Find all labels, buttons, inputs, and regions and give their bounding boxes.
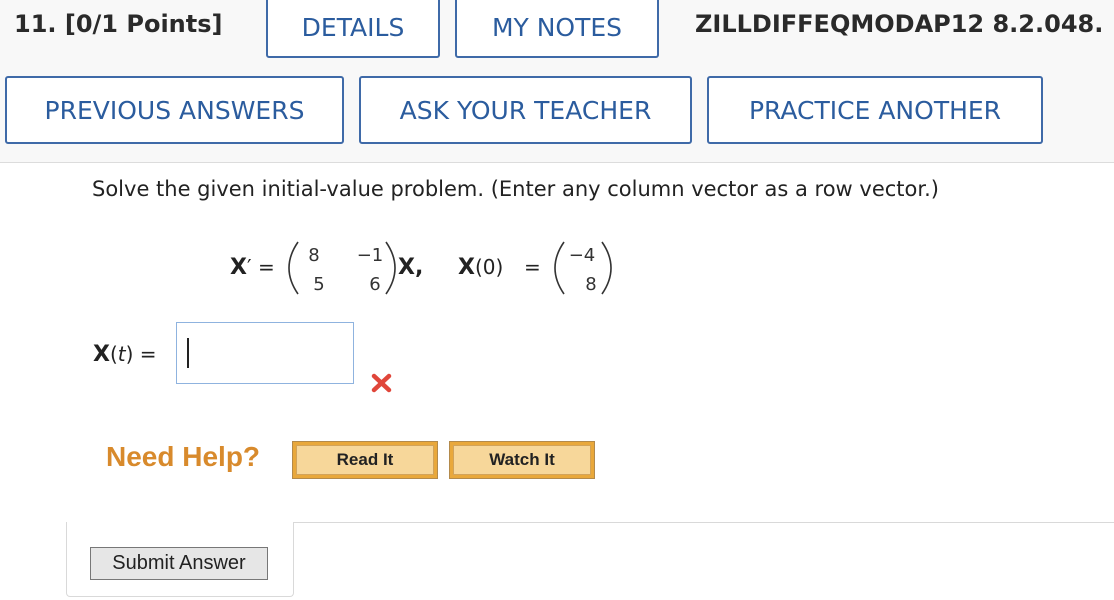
incorrect-x-icon [371,373,392,393]
read-it-label: Read It [296,445,434,475]
system-equation: X ′ = 8 −1 5 6 X, X (0) = −4 8 [230,238,630,298]
ask-your-teacher-button[interactable]: ASK YOUR TEACHER [359,76,692,144]
read-it-button[interactable]: Read It [292,441,438,479]
vector-entry: −4 [569,245,596,266]
ic-arg: (0) [475,255,503,279]
answer-label-open: ( [109,342,118,366]
equals-sign: = [258,255,275,279]
text-caret [187,338,189,368]
vector-entry: 8 [585,274,596,295]
submit-answer-button[interactable]: Submit Answer [90,547,268,580]
matrix-cell: 8 [308,245,319,266]
matrix-cell: 6 [369,274,380,295]
watch-it-label: Watch It [453,445,591,475]
details-button[interactable]: DETAILS [266,0,440,58]
answer-label-equals: = [133,342,157,366]
prime-symbol: ′ [247,255,252,279]
lhs-var: X [230,255,247,280]
question-title: 11. [0/1 Points] [14,10,223,38]
divider [293,522,1114,523]
watch-it-button[interactable]: Watch It [449,441,595,479]
matrix-cell: −1 [357,245,384,266]
answer-label-var: X [93,342,110,367]
previous-answers-button[interactable]: PREVIOUS ANSWERS [5,76,344,144]
vector-right-paren [601,241,612,295]
matrix-right-paren [385,241,396,295]
vector-left-paren [554,241,565,295]
practice-another-button[interactable]: PRACTICE ANOTHER [707,76,1043,144]
my-notes-button[interactable]: MY NOTES [455,0,659,58]
equation-svg: X ′ = 8 −1 5 6 X, X (0) = −4 8 [230,241,612,295]
answer-input[interactable] [176,322,354,384]
need-help-label: Need Help? [106,441,261,472]
ic-equals: = [524,255,541,279]
answer-label: X(t) = [93,342,157,367]
after-matrix-var: X, [398,255,423,280]
question-prompt: Solve the given initial-value problem. (… [92,177,939,201]
ic-var: X [458,255,475,280]
matrix-left-paren [288,241,299,295]
matrix-cell: 5 [313,274,324,295]
answer-label-t: t [117,342,126,366]
assignment-code: ZILLDIFFEQMODAP12 8.2.048. [695,10,1104,38]
